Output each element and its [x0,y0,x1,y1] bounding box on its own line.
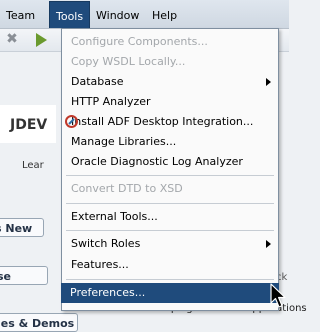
tab-samples-demos[interactable]: les & Demos [0,313,78,332]
menu-item-install-adf[interactable]: Install ADF Desktop Integration... [62,112,278,132]
menu-window[interactable]: Window [90,0,145,28]
tab-whats-new[interactable]: s New [0,218,44,237]
menu-item-external-tools[interactable]: External Tools... [62,207,278,227]
menu-item-log-analyzer[interactable]: Oracle Diagnostic Log Analyzer [62,152,278,172]
menu-item-install-adf-label: Install ADF Desktop Integration... [71,115,254,128]
menu-item-database-label: Database [71,75,124,88]
menu-separator [66,279,274,280]
menu-item-copy-wsdl[interactable]: Copy WSDL Locally... [62,52,278,72]
close-icon[interactable]: ✖ [4,31,20,47]
adf-desktop-icon [65,115,78,128]
run-icon[interactable] [36,33,47,47]
submenu-arrow-icon [266,78,271,86]
menu-tools[interactable]: Tools [49,1,91,28]
menu-separator [66,203,274,204]
submenu-arrow-icon [266,240,271,248]
menu-item-database[interactable]: Database [62,72,278,92]
menu-item-features[interactable]: Features... [62,255,278,275]
menu-item-http-analyzer[interactable]: HTTP Analyzer [62,92,278,112]
menu-item-switch-roles-label: Switch Roles [71,237,141,250]
menu-separator [66,175,274,176]
menu-item-manage-libraries[interactable]: Manage Libraries... [62,132,278,152]
menu-item-convert-dtd[interactable]: Convert DTD to XSD [62,179,278,199]
tools-menu: Configure Components... Copy WSDL Locall… [61,28,279,311]
menu-item-preferences[interactable]: Preferences... [61,283,279,303]
menu-item-configure-components[interactable]: Configure Components... [62,32,278,52]
mouse-cursor-icon [270,283,286,308]
menu-help[interactable]: Help [146,0,183,28]
menu-separator [66,230,274,231]
page-title-fragment: JDEV [0,105,56,143]
menu-item-switch-roles[interactable]: Switch Roles [62,234,278,254]
learn-link-fragment: Lear [22,160,44,171]
menu-team[interactable]: Team [0,0,41,28]
tab-release-notes[interactable]: se Notes [0,266,48,285]
menu-bar: Team Tools Window Help [0,0,289,29]
